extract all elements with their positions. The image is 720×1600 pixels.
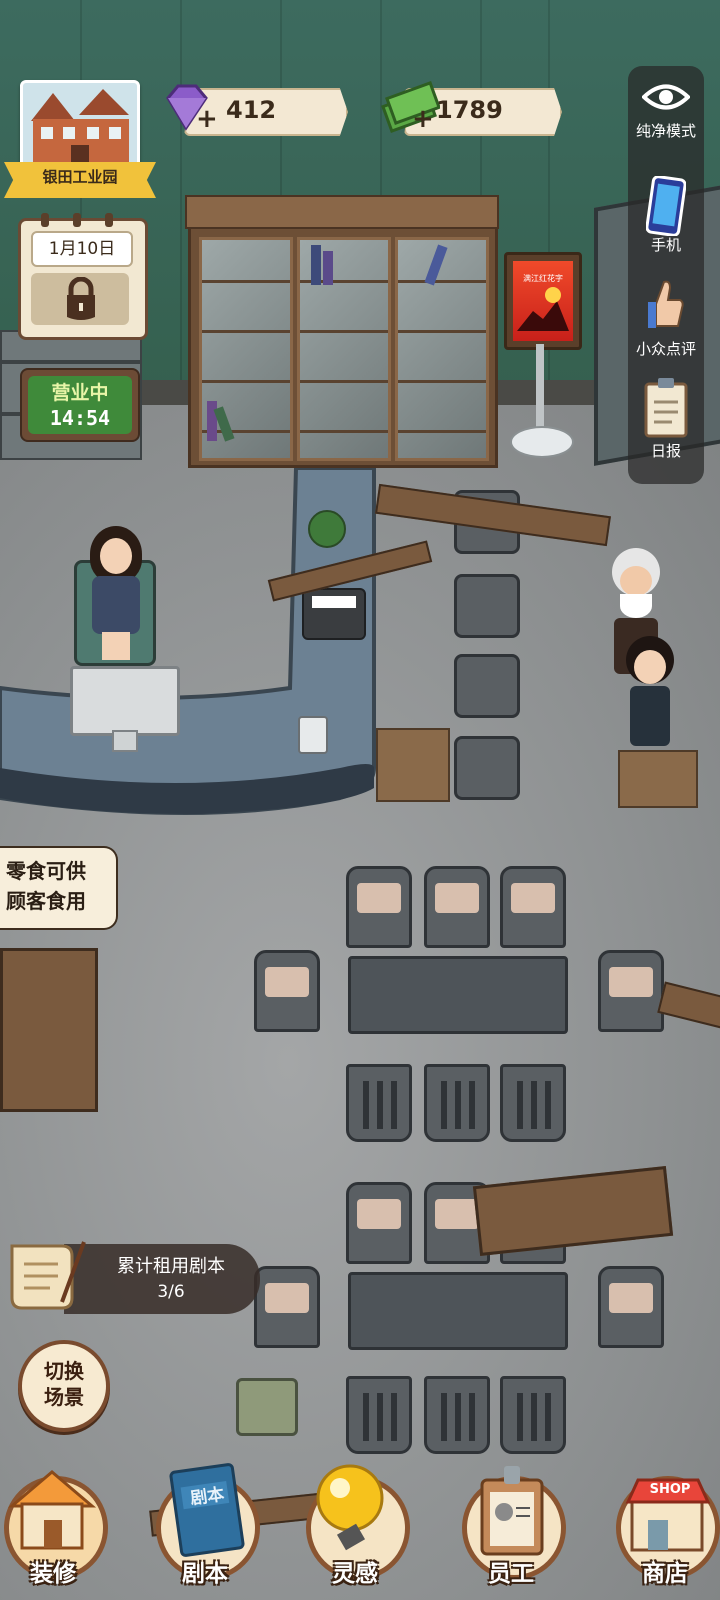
dining-chair: [424, 866, 490, 948]
clipboard-icon: [644, 378, 688, 438]
dining-table[interactable]: [348, 956, 568, 1034]
location-avatar[interactable]: [20, 80, 140, 168]
side-item-daily-report[interactable]: 日报: [628, 374, 704, 478]
broken-wooden-table: [0, 948, 98, 1112]
counter-chair: [454, 654, 520, 718]
house-icon: [7, 1470, 97, 1550]
nav-label-shop: 商店: [642, 1561, 688, 1587]
dining-chair: [346, 1182, 412, 1264]
nav-label-scripts: 剧本: [182, 1561, 228, 1587]
dining-chair: [254, 1266, 320, 1348]
shop-icon: [625, 1478, 711, 1552]
dining-chair: [424, 1376, 490, 1454]
nav-inspiration[interactable]: 灵感: [302, 1462, 410, 1592]
nav-scripts[interactable]: 剧本 剧本: [152, 1462, 260, 1592]
snack-notice-line1: 零食可供: [6, 859, 86, 883]
poster-title: 满江红花字: [523, 274, 563, 283]
dining-chair: [500, 1376, 566, 1454]
nav-decorate[interactable]: 装修: [0, 1462, 108, 1592]
counter-chair: [454, 574, 520, 638]
poster-stand[interactable]: 满江红花字: [504, 252, 582, 350]
cash-count: 1789: [436, 96, 503, 124]
poster-base: [510, 426, 574, 458]
switch-scene-line2: 场景: [44, 1385, 84, 1409]
nav-label-staff: 员工: [488, 1561, 534, 1587]
card-reader[interactable]: [298, 716, 328, 754]
switch-scene-button[interactable]: 切换 场景: [18, 1340, 110, 1432]
gem-add-icon[interactable]: +: [196, 104, 218, 134]
calendar[interactable]: 1月10日: [18, 213, 148, 340]
monitor-stand: [112, 730, 138, 752]
snack-notice[interactable]: 零食可供 顾客食用: [0, 846, 118, 930]
script-progress-count: 3/6: [157, 1282, 185, 1302]
script-book-icon: [169, 1463, 245, 1557]
nav-staff[interactable]: 员工: [458, 1462, 566, 1592]
poster-pole: [536, 344, 544, 434]
monitor[interactable]: [70, 666, 180, 736]
dining-chair: [598, 1266, 664, 1348]
glass-bookcase: [185, 195, 499, 468]
side-label-clean-mode: 纯净模式: [635, 122, 696, 140]
plant-pot: [308, 510, 346, 548]
dining-chair: [500, 1064, 566, 1142]
location-name: 银田工业园: [42, 168, 118, 186]
thumbs-up-icon: [648, 280, 684, 328]
side-item-reviews[interactable]: 小众点评: [628, 272, 704, 366]
lightbulb-icon: [316, 1464, 384, 1551]
scroll-quill-icon: [10, 1241, 86, 1310]
switch-scene-line1: 切换: [44, 1359, 84, 1383]
side-item-phone[interactable]: 手机: [628, 170, 704, 262]
cardboard-box: [376, 728, 450, 802]
dining-chair: [424, 1064, 490, 1142]
dining-chair: [346, 1064, 412, 1142]
shop-badge: SHOP: [649, 1482, 691, 1497]
dining-chair: [500, 866, 566, 948]
phone-icon: [646, 176, 686, 236]
receptionist[interactable]: [84, 526, 148, 666]
calendar-date: 1月10日: [31, 231, 133, 267]
business-status-sign[interactable]: 营业中 14:54: [20, 368, 140, 442]
side-label-reviews: 小众点评: [635, 340, 696, 358]
trash-bin: [236, 1378, 298, 1436]
cash-add-icon[interactable]: +: [412, 104, 434, 134]
nav-shop[interactable]: SHOP 商店: [612, 1462, 720, 1592]
dining-chair: [346, 866, 412, 948]
lock-icon: [67, 277, 95, 320]
gem-count: 412: [226, 96, 277, 124]
counter-chair: [454, 736, 520, 800]
building-icon: [23, 83, 137, 165]
dining-table[interactable]: [348, 1272, 568, 1350]
dining-chair: [254, 950, 320, 1032]
business-status: 营业中: [51, 382, 109, 404]
side-menu: 纯净模式 手机 小众点评 日报: [628, 66, 704, 484]
game-scene: 满江红花字 银田工业园 + 412 + 1789 1月10日 营业中 14:54…: [0, 0, 720, 1600]
side-label-daily-report: 日报: [650, 442, 681, 460]
nav-label-inspiration: 灵感: [332, 1561, 378, 1587]
dining-chair: [598, 950, 664, 1032]
staff-id-card-icon: [480, 1466, 544, 1556]
eye-icon: [642, 84, 690, 110]
cardboard-box: [618, 750, 698, 808]
side-item-clean-mode[interactable]: 纯净模式: [628, 66, 704, 152]
business-time: 14:54: [49, 406, 111, 430]
snack-notice-line2: 顾客食用: [6, 889, 86, 913]
nav-label-decorate: 装修: [30, 1561, 76, 1587]
dining-chair: [346, 1376, 412, 1454]
side-label-phone: 手机: [650, 236, 681, 254]
script-progress-label: 累计租用剧本: [117, 1256, 225, 1277]
cash-register[interactable]: [302, 588, 366, 640]
